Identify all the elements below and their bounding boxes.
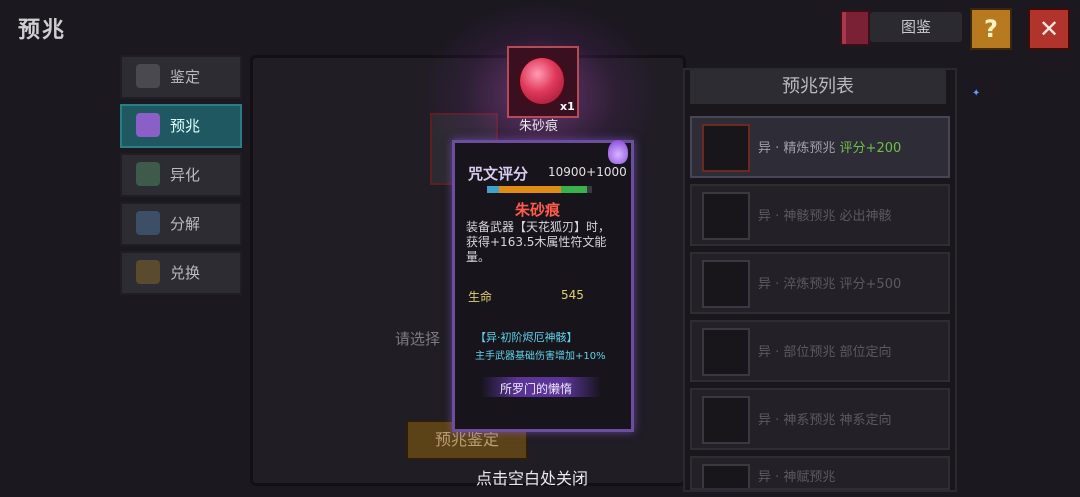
rune-score-value: 10900+1000 bbox=[548, 165, 627, 179]
omen-slot-icon bbox=[702, 260, 750, 308]
help-button[interactable]: ? bbox=[970, 8, 1012, 50]
exchange-icon bbox=[136, 260, 160, 284]
close-button[interactable]: ✕ bbox=[1028, 8, 1070, 50]
omen-list-item[interactable]: 异 · 淬炼预兆 评分+500 bbox=[690, 252, 950, 314]
sidebar-item-identify[interactable]: 鉴定 bbox=[120, 55, 242, 99]
omen-item-label: 异 · 部位预兆 部位定向 bbox=[758, 345, 892, 360]
stat-value: 545 bbox=[561, 288, 584, 302]
omen-list-item[interactable]: 异 · 神赋预兆 bbox=[690, 456, 950, 490]
stat-label: 生命 bbox=[468, 290, 493, 304]
sparkle-icon: ✦ bbox=[972, 88, 981, 99]
sidebar-item-label: 分解 bbox=[170, 215, 201, 233]
page-title: 预兆 bbox=[18, 18, 67, 43]
omen-item-label: 异 · 神赋预兆 bbox=[758, 470, 836, 485]
sidebar-item-decompose[interactable]: 分解 bbox=[120, 202, 242, 246]
rune-score-label: 咒文评分 bbox=[468, 165, 529, 183]
omen-item-label: 异 · 淬炼预兆 评分+500 bbox=[758, 277, 902, 292]
sidebar-item-exchange[interactable]: 兑换 bbox=[120, 251, 242, 295]
omen-slot-icon bbox=[702, 464, 750, 488]
decompose-icon bbox=[136, 211, 160, 235]
sidebar-item-mutation[interactable]: 异化 bbox=[120, 153, 242, 197]
omen-item-label: 异 · 精炼预兆 bbox=[758, 141, 836, 156]
select-prompt: 请选择 bbox=[395, 330, 441, 348]
omen-item-label: 异 · 神骸预兆 必出神骸 bbox=[758, 209, 892, 224]
omen-slot-icon bbox=[702, 328, 750, 376]
tooltip-description: 装备武器【天花狐刃】时，获得+163.5木属性符文能量。 bbox=[466, 220, 611, 264]
omen-slot-icon bbox=[702, 396, 750, 444]
codex-book-icon[interactable] bbox=[840, 10, 870, 46]
sidebar-item-label: 兑换 bbox=[170, 264, 201, 282]
omen-icon bbox=[136, 113, 160, 137]
omen-slot-icon bbox=[702, 124, 750, 172]
tooltip-item-name: 朱砂痕 bbox=[515, 201, 561, 219]
set-name: 【异·初阶烬厄神骸】 bbox=[475, 331, 578, 344]
omen-list-item[interactable]: 异 · 神骸预兆 必出神骸 bbox=[690, 184, 950, 246]
identify-icon bbox=[136, 64, 160, 88]
sidebar-item-omen[interactable]: 预兆 bbox=[120, 104, 242, 148]
omen-item-label: 异 · 神系预兆 神系定向 bbox=[758, 413, 892, 428]
omen-list-item[interactable]: 异 · 精炼预兆 评分+200 bbox=[690, 116, 950, 178]
sidebar-item-label: 预兆 bbox=[170, 117, 201, 135]
source-text: 所罗门的懒惰 bbox=[500, 382, 573, 396]
omen-item-bonus: 评分+200 bbox=[839, 141, 902, 156]
omen-slot-icon bbox=[702, 192, 750, 240]
set-effect: 主手武器基础伤害增加+10% bbox=[475, 351, 606, 362]
omen-list-title: 预兆列表 bbox=[690, 70, 946, 104]
codex-button[interactable]: 图鉴 bbox=[870, 12, 962, 42]
rune-score-bar bbox=[487, 186, 592, 193]
omen-list-item[interactable]: 异 · 部位预兆 部位定向 bbox=[690, 320, 950, 382]
sidebar-item-label: 鉴定 bbox=[170, 68, 201, 86]
sidebar-item-label: 异化 bbox=[170, 166, 201, 184]
cinnabar-gem-icon bbox=[518, 56, 566, 106]
purple-flame-icon bbox=[608, 140, 628, 164]
item-name: 朱砂痕 bbox=[519, 119, 559, 134]
omen-list-item[interactable]: 异 · 神系预兆 神系定向 bbox=[690, 388, 950, 450]
item-count: x1 bbox=[560, 100, 575, 113]
mutation-icon bbox=[136, 162, 160, 186]
dismiss-hint[interactable]: 点击空白处关闭 bbox=[476, 465, 588, 489]
